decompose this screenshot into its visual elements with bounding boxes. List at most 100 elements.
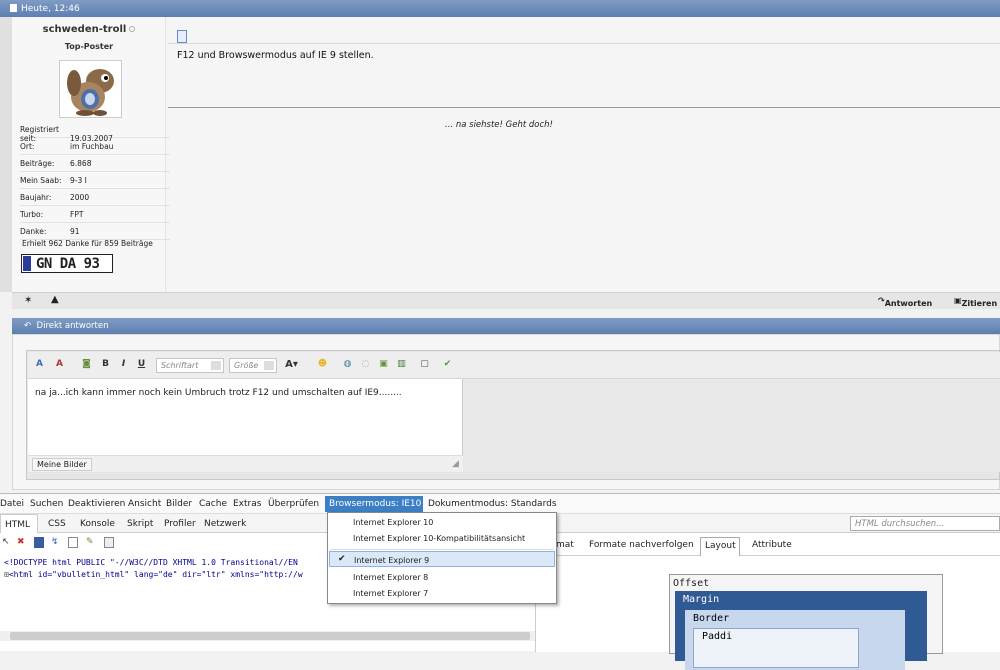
box-border: Border Paddi (685, 610, 905, 670)
browser-mode-menu[interactable]: Browsermodus: IE10 (325, 496, 423, 512)
thanks-summary: Erhielt 962 Danke für 859 Beiträge (22, 239, 153, 248)
box-padding-label: Paddi (702, 631, 733, 642)
resize-handle-icon[interactable]: ◢ (452, 459, 459, 469)
underline-button[interactable]: U (135, 359, 148, 372)
menu-extras[interactable]: Extras (233, 499, 261, 509)
refresh-icon[interactable]: ↯ (51, 537, 61, 548)
menu-ansicht[interactable]: Ansicht (128, 499, 161, 509)
checkmark-icon: ✔ (338, 554, 346, 564)
horizontal-scrollbar[interactable] (0, 631, 535, 641)
size-select[interactable]: Größe (229, 358, 277, 373)
link-icon[interactable]: ◍ (341, 359, 354, 372)
save-icon[interactable] (34, 537, 44, 548)
document-mode-menu[interactable]: Dokumentmodus: Standards (428, 499, 557, 509)
box-border-label: Border (693, 613, 730, 624)
quote-icon[interactable]: ▢ (418, 359, 431, 372)
scrollbar-thumb[interactable] (10, 632, 530, 640)
browser-mode-dropdown: Internet Explorer 10 Internet Explorer 1… (327, 512, 557, 604)
info-row: Ort: im Fuchbau (20, 138, 170, 155)
code-line[interactable]: <!DOCTYPE html PUBLIC "-//W3C//DTD XHTML… (4, 558, 298, 567)
reply-textarea[interactable]: na ja...ich kann immer noch kein Umbruch… (28, 379, 463, 455)
signature-divider (168, 107, 1000, 108)
user-info-panel: schweden-troll Top-Poster Registriert se… (12, 17, 170, 292)
devtools-icon-bar: ↖ ✖ ↯ ✎ (0, 534, 140, 551)
html-search-input[interactable]: HTML durchsuchen... (850, 516, 1000, 531)
info-row: Registriert seit: 19.03.2007 (20, 121, 170, 143)
warning-icon[interactable]: ▲ (51, 294, 59, 305)
dropdown-separator (330, 549, 554, 550)
quote-button[interactable]: ▣ Zitieren (954, 296, 997, 308)
font-select[interactable]: Schriftart (156, 358, 224, 373)
info-row: Danke: 91 (20, 223, 170, 240)
edit-icon[interactable]: ✎ (86, 537, 96, 548)
select-element-icon[interactable]: ↖ (2, 537, 12, 548)
post-content: F12 und Browswermodus auf IE 9 stellen. … (168, 17, 1000, 292)
star-icon[interactable]: ✶ (24, 295, 32, 306)
info-row: Mein Saab: 9-3 I (20, 172, 170, 189)
post-message: F12 und Browswermodus auf IE 9 stellen. (177, 50, 374, 61)
code-line[interactable]: ⊞<html id="vbulletin_html" lang="de" dir… (4, 570, 303, 579)
menu-deaktivieren[interactable]: Deaktivieren (68, 499, 125, 509)
username-link[interactable]: schweden-troll (12, 24, 166, 35)
smiley-icon[interactable]: ☻ (316, 359, 329, 372)
dropdown-item-ie10-compat[interactable]: Internet Explorer 10-Kompatibilitätsansi… (329, 530, 555, 546)
video-icon[interactable]: ▥ (395, 359, 408, 372)
italic-button[interactable]: I (117, 359, 130, 372)
menu-cache[interactable]: Cache (199, 499, 227, 509)
tab-layout[interactable]: Layout (700, 537, 740, 556)
tab-netzwerk[interactable]: Netzwerk (204, 519, 246, 529)
menu-bilder[interactable]: Bilder (166, 499, 192, 509)
dropdown-item-ie8[interactable]: Internet Explorer 8 (329, 569, 555, 585)
info-row: Beiträge: 6.868 (20, 155, 170, 172)
editor-side-area (463, 379, 1000, 472)
box-model-diagram: Offset Margin Border Paddi (669, 574, 943, 670)
box-padding: Paddi (693, 628, 859, 668)
eu-flag-icon (23, 256, 31, 271)
image-icon[interactable]: ▣ (377, 359, 390, 372)
outline-icon[interactable] (68, 537, 78, 548)
info-row: Turbo: FPT (20, 206, 170, 223)
tab-css[interactable]: CSS (48, 519, 66, 529)
tab-formate[interactable]: mat (556, 540, 574, 550)
reply-button[interactable]: ↷ Antworten (878, 296, 932, 308)
online-status-icon (129, 26, 136, 32)
info-row: Baujahr: 2000 (20, 189, 170, 206)
divider (168, 43, 1000, 44)
box-margin-label: Margin (683, 594, 720, 605)
menu-datei[interactable]: Datei (0, 499, 24, 509)
style-pane-tabs: mat Formate nachverfolgen Layout Attribu… (536, 534, 1000, 556)
tab-attribute[interactable]: Attribute (752, 540, 792, 550)
unlink-icon[interactable]: ◌ (359, 359, 372, 372)
spellcheck-icon[interactable]: ✔ (441, 359, 454, 372)
dropdown-item-ie9[interactable]: ✔ Internet Explorer 9 (329, 551, 555, 567)
post-actions-bar: ✶ ▲ ↷ Antworten ▣ Zitieren (12, 292, 1000, 309)
user-title: Top-Poster (64, 42, 114, 51)
box-offset-label: Offset (673, 578, 710, 589)
quick-reply-header: ↶ Direkt antworten (12, 318, 1000, 334)
signature: ... na siehste! Geht doch! (445, 120, 553, 130)
my-pictures-button[interactable]: Meine Bilder (32, 458, 92, 471)
clear-icon[interactable]: ✖ (17, 537, 27, 548)
bold-button[interactable]: B (99, 359, 112, 372)
document-icon (177, 30, 187, 43)
menu-suchen[interactable]: Suchen (30, 499, 63, 509)
tab-profiler[interactable]: Profiler (164, 519, 196, 529)
tab-konsole[interactable]: Konsole (80, 519, 115, 529)
tab-html[interactable]: HTML (0, 514, 38, 533)
word-wrap-icon[interactable] (104, 537, 114, 548)
paste-icon[interactable]: ◙ (80, 359, 93, 372)
avatar[interactable] (59, 60, 122, 118)
font-size-up-icon[interactable]: A (33, 359, 46, 372)
menu-ueberpruefen[interactable]: Überprüfen (268, 499, 319, 509)
license-plate: GN DA 93 (21, 254, 113, 273)
post-date: Heute, 12:46 (21, 4, 80, 14)
font-color-icon[interactable]: A (53, 359, 66, 372)
tab-skript[interactable]: Skript (127, 519, 153, 529)
tab-formate-nachverfolgen[interactable]: Formate nachverfolgen (589, 540, 694, 550)
post-header: Heute, 12:46 (0, 0, 1000, 17)
text-color-button[interactable]: A▾ (285, 359, 298, 372)
dropdown-item-ie10[interactable]: Internet Explorer 10 (329, 514, 555, 530)
post-icon (10, 4, 17, 12)
dropdown-item-ie7[interactable]: Internet Explorer 7 (329, 585, 555, 601)
editor-toolbar: A A ◙ B I U Schriftart Größe A▾ ☻ ◍ ◌ ▣ … (28, 352, 1000, 379)
